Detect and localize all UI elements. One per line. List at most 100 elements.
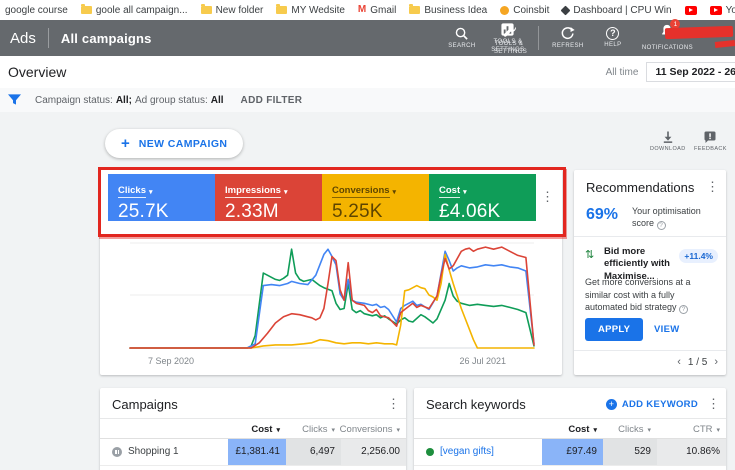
help-button[interactable]: ? HELP <box>597 27 629 50</box>
campaign-name[interactable]: Shopping 1 <box>128 439 179 465</box>
sort-caret-icon: ▾ <box>276 426 280 434</box>
column-header-clicks[interactable]: Clicks▾ <box>603 419 657 440</box>
add-filter-button[interactable]: ADD FILTER <box>241 95 303 106</box>
campaign-status-value[interactable]: All; <box>116 95 132 106</box>
keyword-row[interactable]: [vegan gifts] £97.49 529 10.86% <box>414 439 726 466</box>
column-label: Cost <box>251 424 272 435</box>
campaigns-table-header: Cost ▾ Clicks▾ Conversions▾ <box>100 418 406 439</box>
nav-item-label: HELP <box>604 42 621 50</box>
bookmark-dashboard-cpu-win[interactable]: Dashboard | CPU Win <box>562 5 671 16</box>
account-context-label[interactable]: All campaigns <box>61 31 152 46</box>
bookmark-label: google course <box>5 5 68 16</box>
overview-header-bar: Overview All time 11 Sep 2022 - 26 <box>0 56 735 89</box>
plus-circle-icon: + <box>606 399 617 410</box>
optimisation-score-label: Your optimisation score ? <box>632 206 720 230</box>
trend-line-conversions <box>130 254 534 348</box>
ads-logo[interactable]: Ads <box>10 30 36 47</box>
sort-caret-icon: ▾ <box>331 426 335 434</box>
bookmark-goole-all-campaign[interactable]: goole all campaign... <box>81 5 188 16</box>
keywords-menu-button[interactable]: ⋮ <box>707 397 720 410</box>
bookmark-google-course[interactable]: google course <box>5 5 68 16</box>
column-header-cost[interactable]: Cost ▾ <box>228 419 286 440</box>
campaign-row[interactable]: Shopping 1 £1,381.41 6,497 2,256.00 <box>100 439 406 466</box>
search-icon <box>454 26 469 41</box>
divider <box>574 350 726 351</box>
nav-item-label: REFRESH <box>552 43 583 51</box>
youtube-icon <box>685 6 697 15</box>
feedback-label: FEEDBACK <box>694 146 727 152</box>
column-header-clicks[interactable]: Clicks▾ <box>286 419 341 440</box>
trend-line-impressions <box>130 247 534 348</box>
tools-and-settings-button[interactable]: TOOLS & SETTINGS <box>493 24 525 56</box>
plus-icon: + <box>121 136 130 151</box>
keyword-name-cell[interactable]: [vegan gifts] <box>414 439 542 465</box>
chevron-down-icon[interactable]: ▾ <box>393 188 397 196</box>
navbar-divider <box>538 26 539 50</box>
bookmark-business-idea[interactable]: Business Idea <box>409 5 487 16</box>
keyword-clicks-cell: 529 <box>603 439 657 465</box>
metric-value: £4.06K <box>439 201 526 223</box>
bookmark-gmail[interactable]: MGmail <box>358 5 396 16</box>
chevron-down-icon[interactable]: ▾ <box>463 188 467 196</box>
bookmark-coinsbit[interactable]: Coinsbit <box>500 5 549 16</box>
bookmark-label: Gmail <box>370 5 396 16</box>
column-header-cost[interactable]: Cost▾ <box>542 419 603 440</box>
google-ads-overview-screen: google course goole all campaign... New … <box>0 0 735 470</box>
ads-top-navbar: Ads All campaigns SEARCH TOOLS & SETTING… <box>0 20 735 56</box>
add-keyword-button[interactable]: + ADD KEYWORD <box>606 399 698 410</box>
bookmark-label: Business Idea <box>424 5 487 16</box>
bookmark-label: YouTube <box>726 5 735 16</box>
campaigns-menu-button[interactable]: ⋮ <box>387 397 400 410</box>
info-icon[interactable]: ? <box>679 305 688 314</box>
download-icon <box>661 130 675 144</box>
x-axis-end-label: 26 Jul 2021 <box>459 356 506 366</box>
bookmark-new-folder[interactable]: New folder <box>201 5 264 16</box>
bookmark-youtube-2[interactable]: YouTube <box>710 5 735 16</box>
nav-item-label: SEARCH <box>448 43 475 51</box>
search-button[interactable]: SEARCH <box>446 26 478 51</box>
performance-trend-chart <box>122 242 542 352</box>
adgroup-status-value[interactable]: All <box>211 95 224 106</box>
feedback-button[interactable]: FEEDBACK <box>694 130 727 152</box>
metric-tile-impressions[interactable]: Impressions▾ 2.33M <box>215 174 322 221</box>
column-header-conversions[interactable]: Conversions▾ <box>341 419 406 440</box>
divider <box>574 236 726 237</box>
metric-tile-clicks[interactable]: Clicks▾ 25.7K <box>108 174 215 221</box>
new-campaign-button[interactable]: + NEW CAMPAIGN <box>105 129 243 158</box>
apply-button[interactable]: APPLY <box>585 318 643 341</box>
chart-card-menu-button[interactable]: ⋮ <box>541 190 554 203</box>
campaign-name-cell[interactable]: Shopping 1 <box>100 439 228 465</box>
campaign-cost-cell: £1,381.41 <box>228 439 286 465</box>
chevron-down-icon[interactable]: ▾ <box>284 188 288 196</box>
overview-chart-card: Clicks▾ 25.7K Impressions▾ 2.33M Convers… <box>100 170 562 375</box>
date-range-picker[interactable]: 11 Sep 2022 - 26 <box>646 62 735 82</box>
column-header-ctr[interactable]: CTR▾ <box>657 419 726 440</box>
chevron-right-icon[interactable]: › <box>714 356 718 368</box>
keyword-link[interactable]: [vegan gifts] <box>440 439 494 465</box>
view-button[interactable]: VIEW <box>654 324 679 335</box>
bookmark-youtube-1[interactable] <box>685 6 697 15</box>
info-icon[interactable]: ? <box>657 221 666 230</box>
page-title: Overview <box>8 64 66 80</box>
help-icon: ? <box>606 27 619 40</box>
metric-value: 2.33M <box>225 201 312 223</box>
metric-tile-conversions[interactable]: Conversions▾ 5.25K <box>322 174 429 221</box>
refresh-button[interactable]: REFRESH <box>552 26 584 51</box>
chevron-down-icon[interactable]: ▾ <box>149 188 153 196</box>
campaigns-card: Campaigns ⋮ Cost▾ Clicks▾ Conversions▾ S… <box>100 388 406 470</box>
optimisation-score-value: 69% <box>586 206 618 224</box>
keyword-cost-cell: £97.49 <box>542 439 603 465</box>
x-axis-start-label: 7 Sep 2020 <box>148 356 194 366</box>
trend-line-clicks <box>130 249 534 348</box>
download-button[interactable]: DOWNLOAD <box>650 130 686 152</box>
chevron-left-icon[interactable]: ‹ <box>677 356 681 368</box>
recommendations-menu-button[interactable]: ⋮ <box>706 180 719 193</box>
metric-label: Clicks <box>118 185 146 198</box>
bookmark-my-wedsite[interactable]: MY Wedsite <box>276 5 345 16</box>
campaign-status-label: Campaign status: <box>35 95 113 106</box>
metric-tile-cost[interactable]: Cost▾ £4.06K <box>429 174 536 221</box>
score-label-text: Your optimisation score <box>632 206 701 228</box>
nav-item-label: NOTIFICATIONS <box>642 45 693 53</box>
uplift-badge: +11.4% <box>679 249 718 263</box>
metric-label: Cost <box>439 185 460 198</box>
